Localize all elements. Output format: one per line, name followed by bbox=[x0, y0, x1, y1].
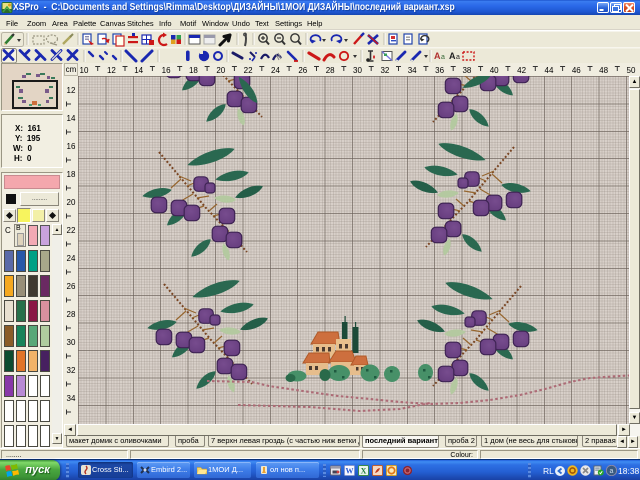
svg-text:44: 44 bbox=[545, 66, 554, 75]
svg-text:18: 18 bbox=[67, 170, 76, 179]
svg-text:26: 26 bbox=[67, 282, 76, 291]
svg-text:38: 38 bbox=[462, 66, 471, 75]
svg-text:34: 34 bbox=[67, 394, 76, 403]
svg-text:40: 40 bbox=[490, 66, 499, 75]
svg-text:20: 20 bbox=[67, 198, 76, 207]
svg-text:50: 50 bbox=[627, 66, 636, 75]
svg-text:a: a bbox=[610, 468, 614, 475]
svg-text:12: 12 bbox=[67, 86, 76, 95]
svg-text:22: 22 bbox=[244, 66, 253, 75]
svg-text:36: 36 bbox=[435, 66, 444, 75]
svg-text:32: 32 bbox=[67, 366, 76, 375]
svg-text:16: 16 bbox=[162, 66, 171, 75]
svg-text:46: 46 bbox=[572, 66, 581, 75]
svg-text:14: 14 bbox=[134, 66, 143, 75]
svg-text:30: 30 bbox=[67, 338, 76, 347]
svg-text:24: 24 bbox=[67, 254, 76, 263]
svg-text:28: 28 bbox=[326, 66, 335, 75]
svg-text:28: 28 bbox=[67, 310, 76, 319]
svg-text:26: 26 bbox=[298, 66, 307, 75]
svg-text:a: a bbox=[441, 54, 445, 61]
svg-text:14: 14 bbox=[67, 114, 76, 123]
svg-text:42: 42 bbox=[517, 66, 526, 75]
svg-text:24: 24 bbox=[271, 66, 280, 75]
svg-text:20: 20 bbox=[216, 66, 225, 75]
svg-text:A: A bbox=[449, 51, 456, 61]
svg-text:22: 22 bbox=[67, 226, 76, 235]
svg-text:16: 16 bbox=[67, 142, 76, 151]
svg-text:34: 34 bbox=[408, 66, 417, 75]
svg-text:A: A bbox=[434, 51, 441, 61]
svg-text:30: 30 bbox=[353, 66, 362, 75]
svg-text:a: a bbox=[456, 54, 460, 61]
svg-text:X: X bbox=[361, 467, 367, 476]
svg-text:W: W bbox=[346, 467, 354, 476]
svg-text:10: 10 bbox=[80, 66, 89, 75]
svg-text:18: 18 bbox=[189, 66, 198, 75]
svg-text:12: 12 bbox=[107, 66, 116, 75]
svg-text:48: 48 bbox=[599, 66, 608, 75]
svg-text:32: 32 bbox=[380, 66, 389, 75]
